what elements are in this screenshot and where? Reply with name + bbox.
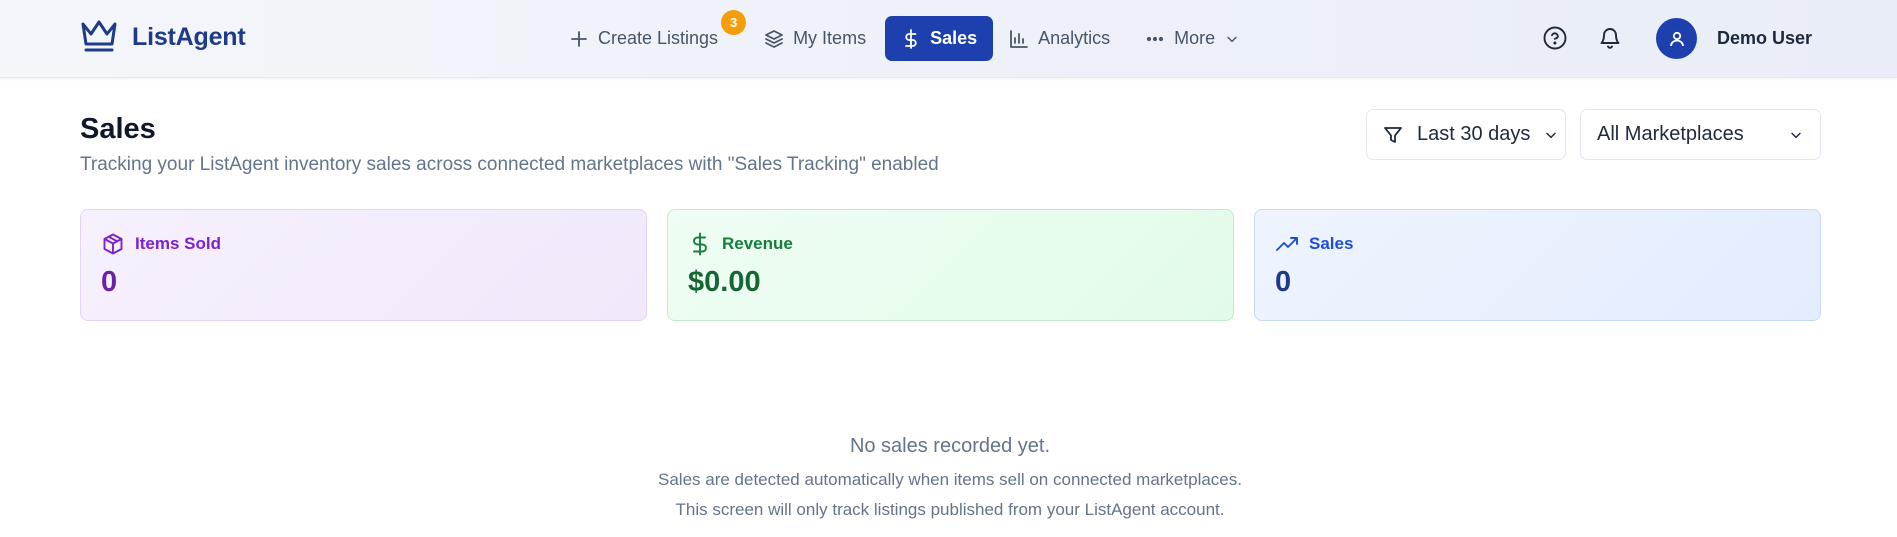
help-button[interactable] <box>1538 21 1572 55</box>
marketplace-select[interactable]: All Marketplaces <box>1580 109 1821 160</box>
items-sold-card: Items Sold 0 <box>80 209 647 321</box>
nav-sales[interactable]: Sales <box>885 16 994 61</box>
chevron-down-icon <box>1791 132 1801 138</box>
revenue-card: Revenue $0.00 <box>667 209 1234 321</box>
create-listings-count-badge: 3 <box>721 10 747 35</box>
chevron-down-icon <box>1227 36 1237 42</box>
revenue-label: Revenue <box>722 234 793 253</box>
app-logo-link[interactable]: ListAgent <box>80 19 246 55</box>
nav-more-dropdown[interactable]: More <box>1129 16 1256 61</box>
top-navigation-bar: ListAgent Create Listings 3 My Items Sal… <box>0 0 1897 78</box>
date-range-value: Last 30 days <box>1417 123 1531 145</box>
date-range-select[interactable]: Last 30 days <box>1366 109 1566 160</box>
page-title: Sales <box>80 113 156 145</box>
trending-up-icon <box>1276 237 1298 251</box>
sales-card: Sales 0 <box>1254 209 1821 321</box>
notifications-button[interactable] <box>1593 21 1627 55</box>
empty-state-line-2: This screen will only track listings pub… <box>675 500 1225 519</box>
sales-label: Sales <box>1309 234 1354 253</box>
user-icon <box>1669 31 1684 46</box>
nav-create-listings-label: Create Listings <box>598 28 719 48</box>
app-name: ListAgent <box>132 22 246 51</box>
main-nav: Create Listings 3 My Items Sales Analyti… <box>553 10 1256 61</box>
chevron-down-icon <box>1546 132 1557 138</box>
marketplace-value: All Marketplaces <box>1597 123 1744 145</box>
layers-icon <box>765 29 783 48</box>
nav-my-items[interactable]: My Items <box>748 16 882 61</box>
bar-chart-icon <box>1010 29 1029 48</box>
nav-analytics-label: Analytics <box>1038 28 1111 48</box>
plus-icon <box>571 30 587 47</box>
user-name: Demo User <box>1717 28 1813 48</box>
crown-icon <box>81 20 117 52</box>
revenue-value: $0.00 <box>688 266 761 298</box>
nav-my-items-label: My Items <box>793 28 867 48</box>
nav-analytics[interactable]: Analytics <box>993 16 1126 61</box>
empty-state-title: No sales recorded yet. <box>849 435 1051 457</box>
more-horizontal-icon <box>1147 36 1164 41</box>
user-menu[interactable]: Demo User <box>1656 18 1812 59</box>
avatar <box>1656 18 1697 59</box>
dollar-icon <box>905 28 917 49</box>
dollar-icon <box>693 232 707 256</box>
items-sold-value: 0 <box>101 266 118 298</box>
page-subtitle: Tracking your ListAgent inventory sales … <box>80 154 939 175</box>
nav-sales-label: Sales <box>930 28 978 48</box>
empty-state-line-1: Sales are detected automatically when it… <box>658 470 1242 489</box>
nav-more-label: More <box>1174 28 1216 48</box>
help-circle-icon <box>1543 26 1567 50</box>
nav-create-listings[interactable]: Create Listings 3 <box>553 10 747 61</box>
filter-icon <box>1384 126 1402 143</box>
package-icon <box>103 233 123 255</box>
items-sold-label: Items Sold <box>135 234 221 253</box>
bell-icon <box>1600 28 1620 49</box>
sales-value: 0 <box>1275 266 1292 298</box>
